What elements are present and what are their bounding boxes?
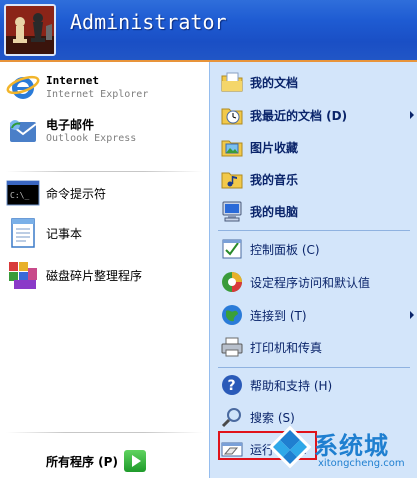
internet-explorer-icon xyxy=(6,70,40,104)
settings-item-label: 连接到 (T) xyxy=(250,308,307,323)
settings-item-printers[interactable]: 打印机和传真 xyxy=(220,332,416,362)
right-separator xyxy=(218,367,410,368)
command-prompt-icon: C:\_ xyxy=(6,176,40,210)
places-item-label: 图片收藏 xyxy=(250,140,299,155)
tools-item-label: 帮助和支持 (H) xyxy=(250,378,333,393)
notepad-icon xyxy=(6,216,40,250)
watermark-url: xitongcheng.com xyxy=(318,458,405,469)
recent-item-cmd[interactable]: C:\_ 命令提示符 xyxy=(6,176,206,210)
places-item-recent-documents[interactable]: 我最近的文档 (D) xyxy=(220,100,416,130)
start-menu-header: Administrator xyxy=(0,0,417,62)
left-separator xyxy=(6,432,203,433)
my-pictures-icon xyxy=(220,135,244,159)
program-access-icon xyxy=(220,270,244,294)
my-documents-icon xyxy=(220,70,244,94)
svg-text:C:\_: C:\_ xyxy=(10,191,29,200)
places-item-label: 我最近的文档 (D) xyxy=(250,108,348,123)
right-separator xyxy=(218,230,410,231)
pinned-programs-panel: Internet Internet Explorer 电子邮件 Outlook … xyxy=(0,62,209,440)
all-programs-button[interactable]: 所有程序 (P) xyxy=(46,450,146,472)
pinned-item-internet[interactable]: Internet Internet Explorer xyxy=(6,70,206,104)
recent-item-defrag[interactable]: 磁盘碎片整理程序 xyxy=(6,258,206,292)
green-arrow-icon xyxy=(123,450,146,472)
recent-item-label: 记事本 xyxy=(46,226,83,241)
user-avatar[interactable] xyxy=(4,4,56,56)
places-item-label: 我的文档 xyxy=(250,75,299,90)
all-programs-label: 所有程序 (P) xyxy=(46,454,118,469)
watermark: 系统城 xitongcheng.com xyxy=(268,422,417,478)
connect-to-icon xyxy=(220,303,244,327)
recent-item-notepad[interactable]: 记事本 xyxy=(6,216,206,250)
my-music-icon xyxy=(220,167,244,191)
places-item-my-music[interactable]: 我的音乐 xyxy=(220,164,416,194)
submenu-arrow-icon xyxy=(410,111,414,119)
settings-item-label: 打印机和传真 xyxy=(250,340,323,355)
recent-item-label: 磁盘碎片整理程序 xyxy=(46,268,143,283)
pinned-item-subtitle: Outlook Express xyxy=(46,132,137,144)
recent-documents-icon xyxy=(220,103,244,127)
settings-item-label: 设定程序访问和默认值 xyxy=(250,275,371,290)
submenu-arrow-icon xyxy=(410,311,414,319)
places-item-my-documents[interactable]: 我的文档 xyxy=(220,67,416,97)
help-icon: ? xyxy=(220,373,244,397)
recent-item-label: 命令提示符 xyxy=(46,186,107,201)
watermark-brand: 系统城 xyxy=(314,432,389,460)
places-item-my-pictures[interactable]: 图片收藏 xyxy=(220,132,416,162)
control-panel-icon xyxy=(220,237,244,261)
search-icon xyxy=(220,405,244,429)
settings-item-control-panel[interactable]: 控制面板 (C) xyxy=(220,234,416,264)
pinned-item-title: Internet xyxy=(46,73,99,87)
places-item-my-computer[interactable]: 我的电脑 xyxy=(220,196,416,226)
places-item-label: 我的音乐 xyxy=(250,172,299,187)
my-computer-icon xyxy=(220,199,244,223)
defragmenter-icon xyxy=(6,258,40,292)
printer-icon xyxy=(220,335,244,359)
user-name: Administrator xyxy=(70,10,227,34)
settings-item-connect-to[interactable]: 连接到 (T) xyxy=(220,300,416,330)
watermark-logo-icon xyxy=(268,425,312,469)
chess-picture-icon xyxy=(6,6,54,54)
settings-item-label: 控制面板 (C) xyxy=(250,242,320,257)
outlook-express-icon xyxy=(6,114,40,148)
pinned-item-email[interactable]: 电子邮件 Outlook Express xyxy=(6,114,206,148)
settings-item-program-access[interactable]: 设定程序访问和默认值 xyxy=(220,267,416,297)
tools-item-help[interactable]: ? 帮助和支持 (H) xyxy=(220,370,416,400)
pinned-item-subtitle: Internet Explorer xyxy=(46,88,149,100)
left-separator xyxy=(6,171,203,172)
places-panel: 我的文档 我最近的文档 (D) 图片收藏 我的音乐 我的电脑 控制面板 (C) … xyxy=(209,62,417,478)
places-item-label: 我的电脑 xyxy=(250,204,299,219)
svg-text:?: ? xyxy=(228,378,236,394)
pinned-item-title: 电子邮件 xyxy=(46,117,95,132)
